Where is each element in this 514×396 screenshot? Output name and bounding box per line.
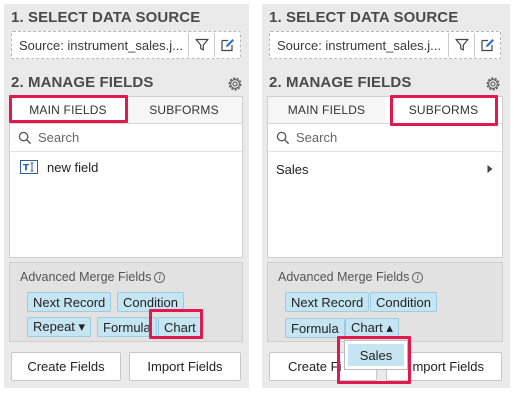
- merge-fields-title: Advanced Merge Fields i: [278, 270, 424, 284]
- info-icon[interactable]: i: [154, 271, 166, 283]
- highlight-main-fields: [9, 95, 128, 123]
- svg-text:T: T: [23, 164, 30, 174]
- highlight-subforms: [390, 95, 498, 126]
- select-data-source-title: 1. SELECT DATA SOURCE: [11, 9, 201, 26]
- repeat-chip[interactable]: Repeat ▾: [27, 317, 92, 337]
- field-label: new field: [47, 159, 99, 175]
- tab-subforms[interactable]: SUBFORMS: [126, 97, 242, 123]
- info-icon[interactable]: i: [412, 271, 424, 283]
- filter-icon: [194, 38, 209, 51]
- manage-fields-title: 2. MANAGE FIELDS: [269, 74, 412, 91]
- search-icon: [18, 131, 32, 144]
- search-icon: [276, 131, 290, 144]
- edit-source-button[interactable]: [214, 33, 240, 57]
- formula-chip[interactable]: Formula: [97, 317, 157, 337]
- merge-fields-title: Advanced Merge Fields i: [20, 270, 166, 284]
- next-record-chip[interactable]: Next Record: [27, 292, 112, 312]
- advanced-merge-fields: Advanced Merge Fields i Next Record Cond…: [9, 262, 243, 342]
- source-label: Source: instrument_sales.j...: [19, 37, 184, 53]
- data-source-box[interactable]: Source: instrument_sales.j...: [269, 31, 501, 59]
- chevron-right-icon: [487, 165, 493, 173]
- subform-item[interactable]: Sales: [268, 154, 502, 184]
- right-panel: 1. SELECT DATA SOURCE Source: instrument…: [262, 4, 510, 388]
- gear-icon[interactable]: [226, 75, 244, 93]
- merge-fields-label: Advanced Merge Fields: [20, 270, 152, 284]
- edit-icon: [480, 39, 494, 52]
- formula-chip[interactable]: Formula: [285, 318, 345, 338]
- next-record-chip[interactable]: Next Record: [285, 292, 370, 312]
- filter-icon: [454, 38, 469, 51]
- search-row: [10, 124, 242, 152]
- gear-icon[interactable]: [484, 75, 502, 93]
- text-field-icon: T: [20, 160, 38, 174]
- filter-button[interactable]: [448, 33, 474, 57]
- merge-fields-label: Advanced Merge Fields: [278, 270, 410, 284]
- search-input[interactable]: [296, 130, 476, 145]
- create-fields-button[interactable]: Create Fields: [11, 352, 121, 381]
- filter-button[interactable]: [188, 33, 214, 57]
- source-label: Source: instrument_sales.j...: [277, 37, 442, 53]
- highlight-dropdown: [337, 336, 411, 384]
- chart-chip[interactable]: Chart ▴: [345, 318, 399, 338]
- search-input[interactable]: [38, 130, 218, 145]
- select-data-source-title: 1. SELECT DATA SOURCE: [269, 9, 459, 26]
- data-source-box[interactable]: Source: instrument_sales.j...: [11, 31, 241, 59]
- import-fields-button[interactable]: Import Fields: [129, 352, 241, 381]
- edit-source-button[interactable]: [474, 33, 500, 57]
- field-item[interactable]: T new field: [10, 152, 242, 182]
- search-row: [268, 124, 502, 152]
- highlight-chart: [149, 309, 203, 339]
- edit-icon: [220, 39, 234, 52]
- subform-label: Sales: [276, 161, 309, 177]
- tab-main-fields[interactable]: MAIN FIELDS: [268, 97, 385, 123]
- manage-fields-title: 2. MANAGE FIELDS: [11, 74, 154, 91]
- advanced-merge-fields: Advanced Merge Fields i Next Record Cond…: [267, 262, 503, 342]
- left-panel: 1. SELECT DATA SOURCE Source: instrument…: [4, 4, 249, 388]
- condition-chip[interactable]: Condition: [370, 292, 437, 312]
